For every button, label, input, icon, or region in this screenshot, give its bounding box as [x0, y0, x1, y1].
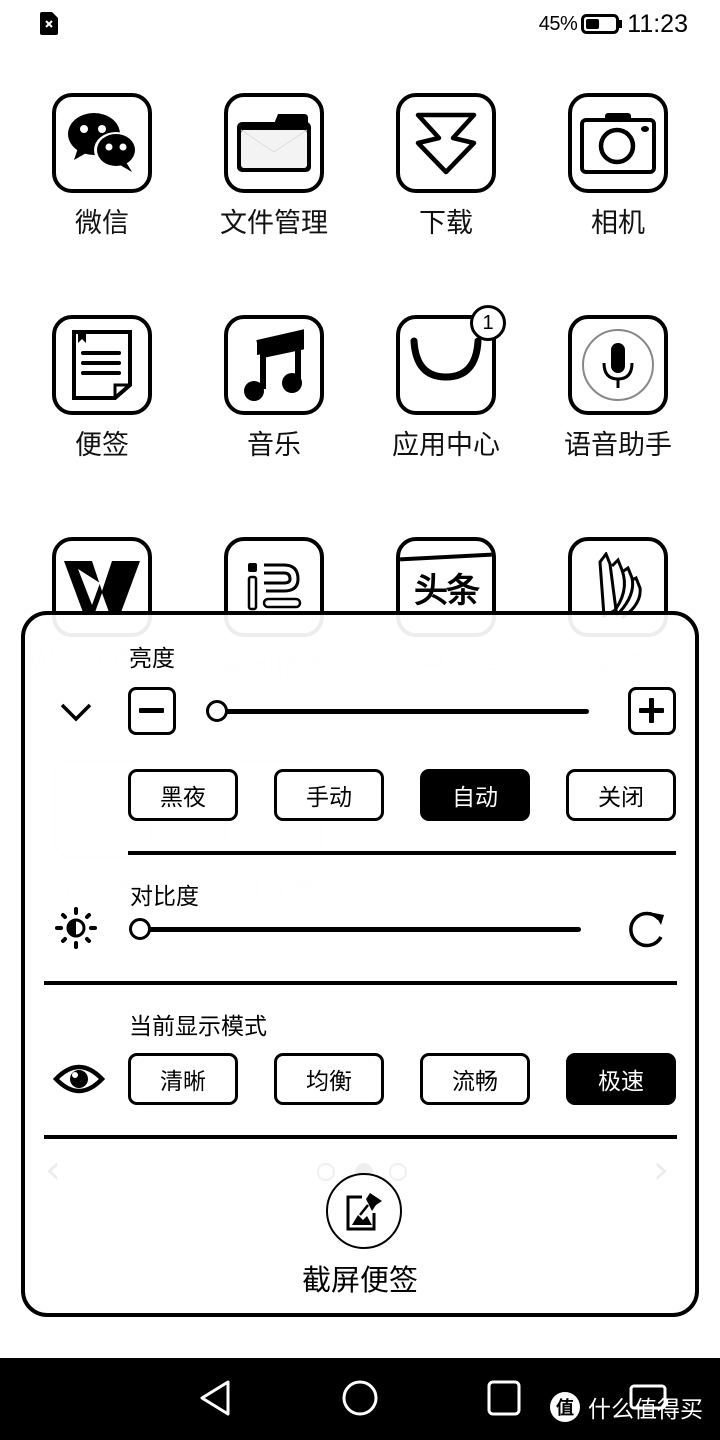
home-icon[interactable]	[340, 1378, 380, 1418]
watermark: 值 什么值得买	[550, 1390, 703, 1424]
brightness-mode-off[interactable]: 关闭	[566, 769, 676, 821]
toutiao-logo-text: 头条	[414, 571, 480, 611]
contrast-slider-knob[interactable]	[129, 918, 151, 940]
display-mode-smooth[interactable]: 流畅	[420, 1053, 530, 1105]
status-bar: 45% 11:23	[0, 0, 720, 48]
download-icon	[396, 93, 496, 193]
app-label: 下载	[419, 208, 473, 239]
folder-icon	[224, 93, 324, 193]
app-file-manager[interactable]: 文件管理	[199, 93, 349, 240]
ghost-prev-arrow-icon: ‹	[45, 1147, 61, 1193]
ghost-page-dot	[389, 1163, 407, 1181]
app-wechat[interactable]: 微信	[27, 93, 177, 240]
navigation-bar: 值 什么值得买	[0, 1358, 720, 1440]
chevron-down-icon[interactable]	[59, 701, 93, 723]
brightness-title: 亮度	[129, 646, 175, 672]
contrast-sun-icon	[55, 907, 97, 949]
note-icon	[52, 315, 152, 415]
brightness-increase-button[interactable]	[628, 687, 676, 735]
app-label: 语音助手	[564, 430, 672, 461]
battery-icon	[581, 14, 623, 34]
brightness-decrease-button[interactable]	[128, 687, 176, 735]
recents-icon[interactable]	[484, 1378, 524, 1418]
notification-badge: 1	[470, 305, 506, 341]
app-music[interactable]: 音乐	[199, 315, 349, 462]
watermark-badge: 值	[550, 1392, 580, 1422]
reset-icon[interactable]	[627, 909, 667, 949]
app-notes[interactable]: 便签	[27, 315, 177, 462]
app-label: 便签	[75, 430, 129, 461]
app-download[interactable]: 下载	[371, 93, 521, 240]
brightness-mode-auto[interactable]: 自动	[420, 769, 530, 821]
ghost-page-dot	[317, 1163, 335, 1181]
watermark-text: 什么值得买	[588, 1397, 703, 1423]
app-label: 应用中心	[392, 430, 500, 461]
divider	[44, 981, 677, 985]
ghost-next-arrow-icon: ›	[653, 1147, 669, 1193]
display-mode-clear[interactable]: 清晰	[128, 1053, 238, 1105]
screenshot-note-label: 截屏便签	[301, 1263, 418, 1297]
app-label: 文件管理	[220, 208, 328, 239]
display-settings-panel: 亮度 黑夜 手动 自动 关闭 对比度 当前显示模式 清晰 均衡 流畅 极速 ‹ …	[21, 611, 699, 1317]
music-note-icon	[224, 315, 324, 415]
app-label: 音乐	[247, 430, 301, 461]
back-icon[interactable]	[196, 1378, 236, 1418]
battery-percent: 45%	[538, 12, 578, 35]
screenshot-pin-icon	[346, 1193, 382, 1231]
display-mode-fastest[interactable]: 极速	[566, 1053, 676, 1105]
display-mode-title: 当前显示模式	[129, 1014, 267, 1040]
app-camera[interactable]: 相机	[543, 93, 693, 240]
brightness-mode-manual[interactable]: 手动	[274, 769, 384, 821]
divider	[44, 1135, 677, 1139]
brightness-slider-knob[interactable]	[206, 700, 228, 722]
minus-icon	[139, 708, 164, 713]
app-voice-assistant[interactable]: 语音助手	[543, 315, 693, 462]
brightness-slider-track[interactable]	[217, 709, 589, 714]
contrast-title: 对比度	[130, 884, 199, 910]
wechat-icon	[52, 93, 152, 193]
eye-icon	[53, 1064, 105, 1094]
brightness-mode-night[interactable]: 黑夜	[128, 769, 238, 821]
clock: 11:23	[627, 9, 688, 38]
plus-icon	[639, 698, 664, 723]
app-label: 相机	[591, 208, 645, 239]
screenshot-note-button[interactable]	[326, 1173, 402, 1249]
app-store-bag-icon: 1	[396, 305, 506, 415]
contrast-slider-track[interactable]	[140, 927, 581, 932]
no-sim-icon	[40, 12, 58, 35]
divider	[128, 851, 676, 855]
app-label: 微信	[75, 208, 129, 239]
camera-icon	[568, 93, 668, 193]
microphone-icon	[568, 315, 668, 415]
display-mode-balanced[interactable]: 均衡	[274, 1053, 384, 1105]
app-store[interactable]: 1 应用中心	[371, 305, 521, 462]
